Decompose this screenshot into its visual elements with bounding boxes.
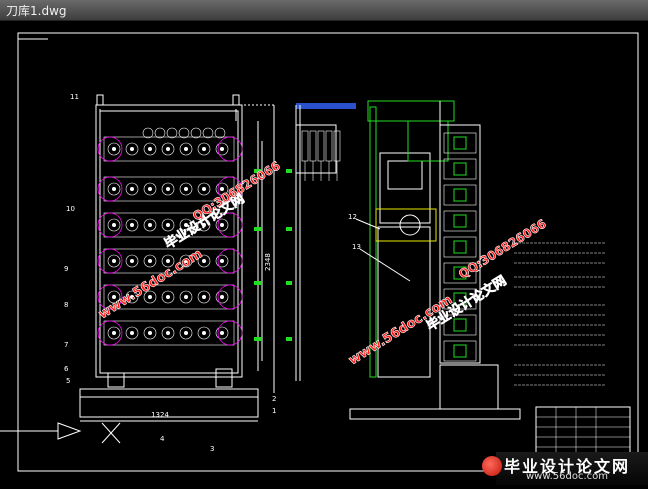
sheet-border [17,32,639,472]
callout-9: 9 [64,265,68,273]
drawing-canvas[interactable]: 1324 2348 11 10 9 8 7 6 5 4 3 2 1 12 13 … [0,21,648,485]
watermark-qq-2: QQ:306826066 [456,216,549,281]
callout-5: 5 [66,377,70,385]
left-view: 1324 2348 11 10 9 8 7 6 5 4 3 2 1 [0,93,292,453]
footer-brand: 毕业设计论文网 www.56doc.com [482,452,648,485]
watermarks: 毕业设计论文网 www.56doc.com QQ:306826066 毕业设计论… [96,158,549,369]
watermark-url-1: www.56doc.com [96,246,205,322]
watermark-url-2: www.56doc.com [346,292,455,368]
notes-area [514,242,631,470]
callout-12: 12 [348,213,357,221]
callout-11: 11 [70,93,79,101]
cad-window: 刀库1.dwg 1324 2348 11 10 9 8 7 6 5 4 3 2 … [0,0,648,485]
callout-7: 7 [64,341,68,349]
right-tools [443,132,477,362]
footer-brand-url: www.56doc.com [526,471,609,482]
section-arrow [0,422,82,440]
callout-8: 8 [64,301,68,309]
brand-logo-icon [482,456,502,476]
watermark-qq-1: QQ:306826066 [190,158,283,223]
height-dimension: 2348 [264,253,272,271]
callout-10: 10 [66,205,75,213]
callout-6: 6 [64,365,69,373]
callout-2: 2 [272,395,276,403]
technical-notes [514,242,606,386]
window-title: 刀库1.dwg [6,4,67,18]
callout-3: 3 [210,445,214,453]
callout-4: 4 [160,435,165,443]
green-marks [254,169,292,341]
callout-1: 1 [272,407,276,415]
title-bar: 刀库1.dwg [0,0,648,21]
callout-13: 13 [352,243,361,251]
drawing-svg: 1324 2348 11 10 9 8 7 6 5 4 3 2 1 12 13 毕业设计论文网 ww… [0,32,639,472]
width-dimension: 1324 [151,411,169,419]
